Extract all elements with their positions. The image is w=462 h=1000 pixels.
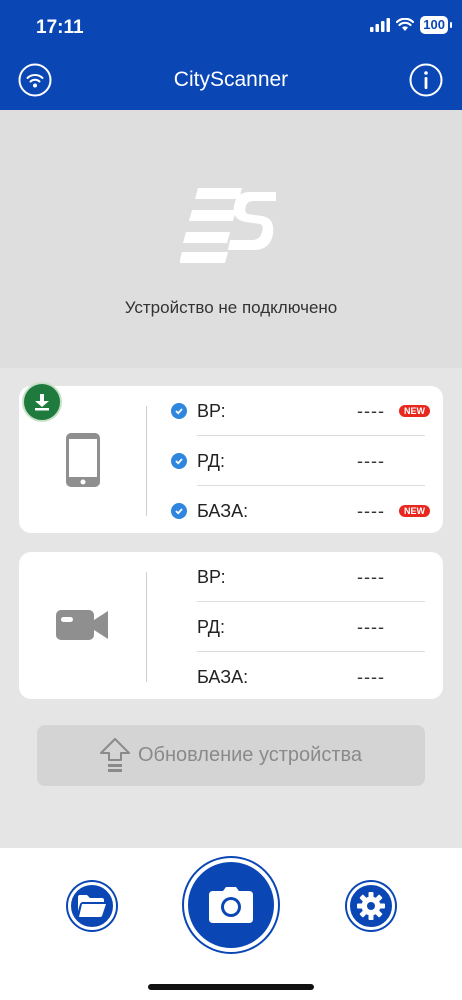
check-icon bbox=[171, 503, 187, 519]
download-badge[interactable] bbox=[22, 382, 62, 422]
new-badge: NEW bbox=[399, 505, 430, 517]
check-icon bbox=[171, 403, 187, 419]
row-label: РД: bbox=[197, 616, 225, 637]
device-status-panel: Устройство не подключено bbox=[0, 110, 462, 368]
phone-device-card[interactable]: ВР: ---- NEW РД: ---- БАЗА: ---- NEW bbox=[19, 382, 443, 536]
row-label: БАЗА: bbox=[197, 500, 249, 521]
settings-button[interactable] bbox=[347, 882, 395, 930]
gear-icon bbox=[357, 892, 385, 920]
row-label: БАЗА: bbox=[197, 666, 249, 687]
signal-icon bbox=[370, 18, 391, 32]
camera-button[interactable] bbox=[184, 858, 278, 952]
camera-icon bbox=[209, 887, 253, 923]
row-value: ---- bbox=[357, 566, 385, 587]
app-header: 17:11 100 CityScanner bbox=[0, 0, 462, 110]
status-time: 17:11 bbox=[36, 17, 84, 38]
row-label: ВР: bbox=[197, 566, 226, 587]
row-value: ---- bbox=[357, 500, 385, 521]
row-value: ---- bbox=[357, 666, 385, 687]
video-camera-icon bbox=[56, 610, 108, 640]
list-item: ВР: ---- bbox=[169, 552, 425, 602]
card-divider bbox=[146, 406, 147, 516]
row-value: ---- bbox=[357, 450, 385, 471]
update-device-button[interactable]: Обновление устройства bbox=[37, 725, 425, 786]
list-item: БАЗА: ---- bbox=[169, 652, 425, 702]
folder-icon bbox=[78, 895, 106, 917]
row-label: ВР: bbox=[197, 400, 226, 421]
upload-icon bbox=[99, 737, 130, 772]
row-value: ---- bbox=[357, 400, 385, 421]
download-icon bbox=[35, 394, 49, 411]
connection-status: Устройство не подключено bbox=[124, 298, 338, 317]
info-button[interactable] bbox=[409, 63, 443, 97]
list-item: РД: ---- bbox=[169, 602, 425, 652]
info-icon bbox=[409, 63, 443, 97]
bottom-toolbar bbox=[0, 848, 462, 1000]
row-label: РД: bbox=[197, 450, 225, 471]
battery-indicator: 100 bbox=[420, 16, 452, 34]
check-icon bbox=[171, 453, 187, 469]
app-title: CityScanner bbox=[173, 68, 289, 91]
cityscanner-logo bbox=[180, 188, 276, 263]
list-item: БАЗА: ---- NEW bbox=[169, 486, 430, 536]
update-device-label: Обновление устройства bbox=[137, 744, 363, 766]
folder-button[interactable] bbox=[68, 882, 116, 930]
new-badge: NEW bbox=[399, 405, 430, 417]
wifi-status-icon bbox=[396, 18, 415, 31]
list-item: РД: ---- bbox=[169, 436, 425, 486]
list-item: ВР: ---- NEW bbox=[169, 386, 430, 436]
status-icons: 100 bbox=[370, 16, 452, 34]
camera-device-card[interactable]: ВР: ---- РД: ---- БАЗА: ---- bbox=[19, 552, 443, 699]
row-value: ---- bbox=[357, 616, 385, 637]
phone-icon bbox=[66, 433, 100, 487]
home-indicator[interactable] bbox=[148, 984, 314, 990]
card-divider bbox=[146, 572, 147, 682]
